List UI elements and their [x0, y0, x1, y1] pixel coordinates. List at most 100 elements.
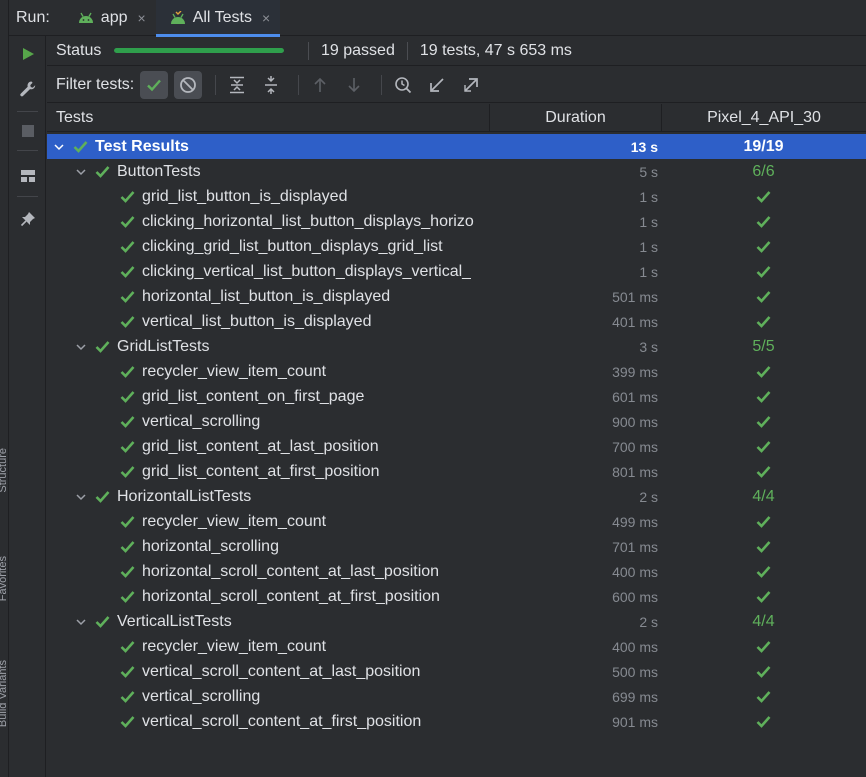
rerun-button[interactable] [9, 39, 46, 69]
import-tests-button[interactable] [423, 71, 451, 99]
collapse-all-button[interactable] [257, 71, 285, 99]
result-count-cell: 5/5 [752, 337, 775, 355]
close-icon[interactable]: × [262, 10, 270, 26]
tree-node: horizontal_list_button_is_displayed [120, 284, 390, 309]
tree-node: vertical_scroll_content_at_last_position [120, 659, 420, 684]
test-results-label: Test Results [95, 137, 189, 155]
structure-stripe-button[interactable]: Structure [0, 448, 9, 493]
test-method-row[interactable]: grid_list_button_is_displayed 1 s [47, 184, 866, 209]
duration-cell: 701 ms [612, 538, 658, 555]
result-cell [661, 584, 866, 609]
result-cell [661, 684, 866, 709]
settings-button[interactable] [9, 74, 46, 104]
play-icon [22, 48, 34, 60]
column-header-tests[interactable]: Tests [56, 104, 93, 132]
result-cell [661, 709, 866, 734]
check-icon [147, 79, 162, 91]
table-header: Tests Duration Pixel_4_API_30 [47, 104, 866, 132]
tree-node: HorizontalListTests [73, 484, 251, 509]
tab-all-tests-label: All Tests [192, 8, 252, 26]
tab-app-label: app [100, 8, 128, 26]
test-results-root-row[interactable]: Test Results 13 s 19/19 [47, 134, 866, 159]
passed-check-icon [756, 590, 771, 603]
duration-cell: 5 s [639, 163, 658, 180]
wrench-icon [19, 81, 35, 97]
test-method-row[interactable]: horizontal_scrolling 701 ms [47, 534, 866, 559]
show-ignored-toggle[interactable] [174, 70, 203, 99]
column-header-duration[interactable]: Duration [489, 104, 661, 132]
test-method-row[interactable]: grid_list_content_on_first_page 601 ms [47, 384, 866, 409]
export-tests-button[interactable] [457, 71, 485, 99]
result-count-cell: 4/4 [752, 487, 775, 505]
test-class-row[interactable]: VerticalListTests 2 s 4/4 [47, 609, 866, 634]
tab-all-tests[interactable]: All Tests × [155, 0, 281, 37]
expand-all-button[interactable] [223, 71, 251, 99]
passed-check-icon [120, 390, 135, 403]
test-method-row[interactable]: recycler_view_item_count 400 ms [47, 634, 866, 659]
passed-check-icon [120, 365, 135, 378]
tree-node: recycler_view_item_count [120, 634, 326, 659]
passed-check-icon [120, 665, 135, 678]
tree-node: Test Results [51, 134, 189, 159]
chevron-down-icon[interactable] [73, 341, 89, 353]
test-method-row[interactable]: vertical_scrolling 900 ms [47, 409, 866, 434]
test-method-name: recycler_view_item_count [142, 362, 327, 380]
tests-summary: 19 tests, 47 s 653 ms [419, 41, 572, 59]
passed-check-icon [120, 240, 135, 253]
test-method-row[interactable]: vertical_scroll_content_at_first_positio… [47, 709, 866, 734]
test-method-row[interactable]: recycler_view_item_count 399 ms [47, 359, 866, 384]
passed-check-icon [120, 465, 135, 478]
close-icon[interactable]: × [138, 10, 146, 26]
test-method-row[interactable]: horizontal_scroll_content_at_last_positi… [47, 559, 866, 584]
passed-check-icon [120, 515, 135, 528]
expand-all-icon [230, 76, 245, 93]
test-method-row[interactable]: vertical_list_button_is_displayed 401 ms [47, 309, 866, 334]
test-class-row[interactable]: ButtonTests 5 s 6/6 [47, 159, 866, 184]
duration-cell: 399 ms [612, 363, 658, 380]
pin-tab-button[interactable] [9, 204, 46, 234]
build-variants-stripe-button[interactable]: Build Variants [0, 660, 9, 727]
collapse-all-icon [265, 75, 278, 94]
test-method-row[interactable]: grid_list_content_at_last_position 700 ms [47, 434, 866, 459]
duration-cell: 500 ms [612, 663, 658, 680]
chevron-down-icon[interactable] [73, 491, 89, 503]
tab-app[interactable]: app × [64, 0, 156, 36]
test-class-row[interactable]: HorizontalListTests 2 s 4/4 [47, 484, 866, 509]
chevron-down-icon[interactable] [73, 166, 89, 178]
test-method-row[interactable]: clicking_grid_list_button_displays_grid_… [47, 234, 866, 259]
stop-button[interactable] [9, 116, 46, 146]
test-method-row[interactable]: horizontal_list_button_is_displayed 501 m… [47, 284, 866, 309]
test-method-row[interactable]: horizontal_scroll_content_at_first_posit… [47, 584, 866, 609]
test-class-row[interactable]: GridListTests 3 s 5/5 [47, 334, 866, 359]
column-header-device[interactable]: Pixel_4_API_30 [661, 104, 866, 132]
test-method-row[interactable]: clicking_vertical_list_button_displays_v… [47, 259, 866, 284]
test-class-name: HorizontalListTests [117, 487, 252, 505]
passed-check-icon [756, 215, 771, 228]
favorites-stripe-button[interactable]: Favorites [0, 556, 9, 601]
previous-failed-button[interactable] [306, 71, 334, 99]
result-cell [661, 559, 866, 584]
arrow-up-icon [314, 77, 326, 92]
test-method-row[interactable]: grid_list_content_at_first_position 801 m… [47, 459, 866, 484]
test-method-row[interactable]: recycler_view_item_count 499 ms [47, 509, 866, 534]
result-cell [661, 209, 866, 234]
show-passed-toggle[interactable] [140, 70, 169, 99]
test-method-row[interactable]: vertical_scroll_content_at_last_position… [47, 659, 866, 684]
test-history-button[interactable] [389, 71, 417, 99]
result-cell [661, 509, 866, 534]
test-progress-bar [114, 48, 284, 53]
test-method-row[interactable]: vertical_scrolling 699 ms [47, 684, 866, 709]
tree-node: vertical_list_button_is_displayed [120, 309, 371, 334]
layout-button[interactable] [9, 161, 46, 191]
result-cell [661, 659, 866, 684]
filter-toolbar: Filter tests: [47, 67, 866, 103]
passed-check-icon [120, 415, 135, 428]
run-tab-bar: Run: app × All Tests × [9, 0, 866, 37]
test-method-row[interactable]: clicking_horizontal_list_button_displays… [47, 209, 866, 234]
chevron-down-icon[interactable] [51, 141, 67, 153]
test-method-name: vertical_scrolling [142, 412, 261, 430]
duration-cell: 1 s [639, 238, 658, 255]
next-failed-button[interactable] [340, 71, 368, 99]
chevron-down-icon[interactable] [73, 616, 89, 628]
tree-node: clicking_grid_list_button_displays_grid_… [120, 234, 443, 259]
